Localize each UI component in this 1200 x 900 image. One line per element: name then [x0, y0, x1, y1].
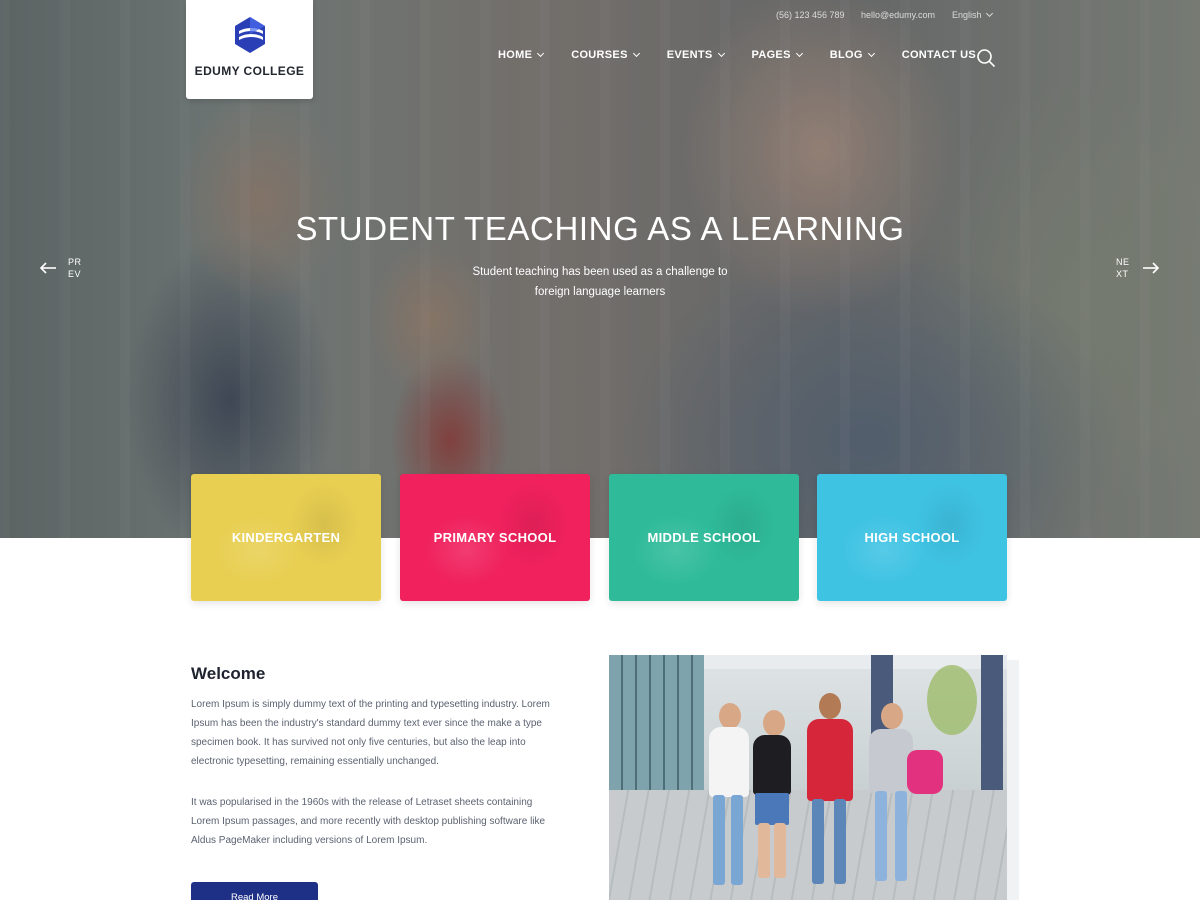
chevron-down-icon: [632, 49, 640, 58]
category-card-label: PRIMARY SCHOOL: [433, 530, 557, 545]
hero-subtitle: Student teaching has been used as a chal…: [472, 266, 728, 298]
nav-item-contact-us[interactable]: CONTACT US: [902, 49, 976, 61]
slider-prev-button[interactable]: PREV: [40, 256, 84, 280]
search-button[interactable]: [976, 48, 996, 68]
nav-item-label: CONTACT US: [901, 49, 976, 61]
nav-item-courses[interactable]: COURSES: [571, 49, 640, 61]
nav-item-label: HOME: [498, 49, 533, 61]
chevron-down-icon: [867, 49, 875, 58]
chevron-down-icon: [795, 49, 803, 58]
category-card-high-school[interactable]: HIGH SCHOOL: [817, 474, 1007, 601]
nav-item-pages[interactable]: PAGES: [751, 49, 803, 61]
nav-item-events[interactable]: EVENTS: [666, 49, 725, 61]
logo-mark-icon: [234, 17, 265, 53]
arrow-left-icon: [40, 262, 56, 274]
nav-item-blog[interactable]: BLOG: [829, 49, 875, 61]
main-nav: HOME COURSES EVENTS PAGES BLOG CONTACT U…: [498, 49, 976, 61]
welcome-paragraph: It was popularised in the 1960s with the…: [191, 797, 546, 846]
arrow-right-icon: [1143, 262, 1159, 274]
hero-title: STUDENT TEACHING AS A LEARNING: [295, 210, 905, 247]
slider-next-label: NEXT: [1116, 257, 1130, 279]
category-card-kindergarten[interactable]: KINDERGARTEN: [191, 474, 381, 601]
photo-shadow: [1007, 660, 1019, 900]
category-card-middle-school[interactable]: MIDDLE SCHOOL: [609, 474, 799, 601]
students-photo: [609, 655, 1007, 900]
language-selector[interactable]: English: [952, 9, 993, 20]
nav-item-label: BLOG: [829, 49, 863, 61]
nav-item-label: COURSES: [571, 49, 628, 61]
slider-prev-label: PREV: [68, 257, 82, 279]
language-label: English: [952, 10, 982, 20]
chevron-down-icon: [717, 49, 725, 58]
slider-next-button[interactable]: NEXT: [1116, 256, 1159, 280]
search-icon: [977, 49, 995, 67]
category-card-label: HIGH SCHOOL: [864, 530, 960, 545]
chevron-down-icon: [537, 49, 545, 58]
nav-item-label: PAGES: [751, 49, 791, 61]
category-card-label: MIDDLE SCHOOL: [647, 530, 761, 545]
logo-text: EDUMY COLLEGE: [194, 64, 305, 78]
header-email[interactable]: hello@edumy.com: [861, 10, 935, 20]
chevron-down-icon: [985, 9, 993, 18]
welcome-paragraph: Lorem Ipsum is simply dummy text of the …: [191, 699, 550, 767]
site-logo[interactable]: EDUMY COLLEGE: [186, 0, 313, 99]
welcome-title: Welcome: [191, 664, 266, 683]
category-card-primary-school[interactable]: PRIMARY SCHOOL: [400, 474, 590, 601]
page: EDUMY COLLEGE (56) 123 456 789 hello@edu…: [0, 0, 1200, 900]
nav-item-label: EVENTS: [666, 49, 713, 61]
read-more-button[interactable]: Read More: [191, 882, 318, 900]
category-card-label: KINDERGARTEN: [231, 530, 341, 545]
header-phone[interactable]: (56) 123 456 789: [776, 10, 845, 20]
nav-item-home[interactable]: HOME: [498, 49, 545, 61]
